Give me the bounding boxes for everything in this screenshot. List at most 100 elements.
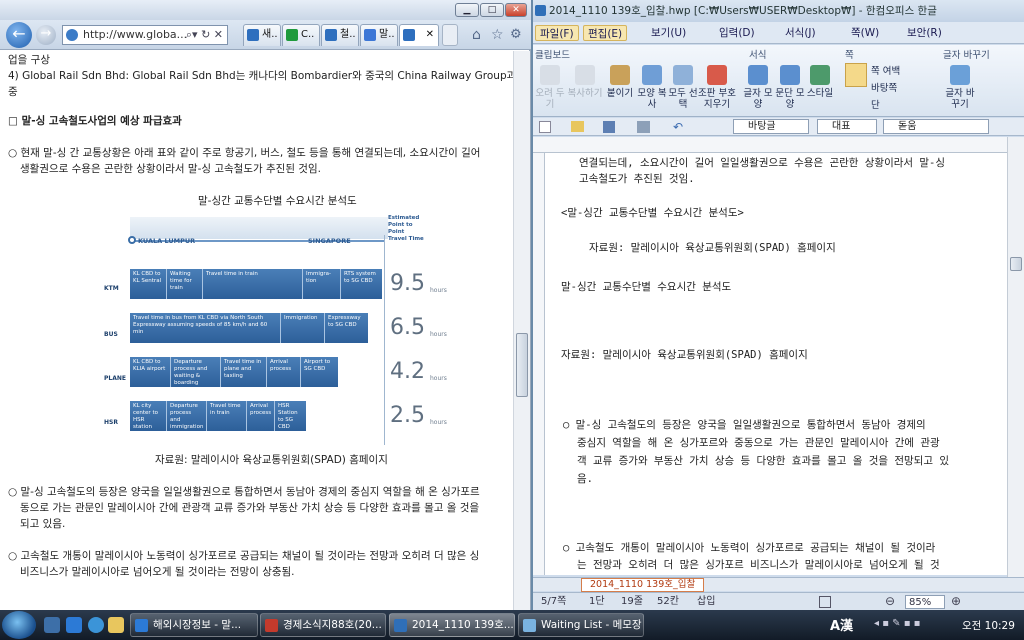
minimize-button[interactable]: ▁ [455, 3, 479, 17]
window-title: 2014_1110 139호_입찰.hwp [C:₩Users₩USER₩Des… [549, 5, 937, 17]
address-bar[interactable]: http://www.globa... ⌕▾ ↻ ✕ [62, 25, 228, 45]
new-tab-button[interactable] [442, 24, 458, 46]
paste-button[interactable]: 붙이기 [603, 65, 637, 99]
brush-icon [642, 65, 662, 85]
show-desktop-icon[interactable] [44, 617, 60, 633]
segment: Expressway to SG CBD [324, 313, 368, 343]
char-shape-button[interactable]: 글자 모양 [741, 65, 775, 110]
segment: Immigration [280, 313, 324, 343]
group-clipboard: 클립보드 [535, 50, 570, 61]
menu-file[interactable]: 파일(F) [535, 25, 579, 41]
estimated-label: Estimated Point to Point Travel Time [388, 215, 424, 242]
segment: RTS system to SG CBD [340, 269, 382, 299]
browser-tab-4[interactable]: 말.. [360, 24, 398, 46]
back-button[interactable]: ← [6, 22, 32, 48]
ie-quicklaunch-icon[interactable] [66, 617, 82, 633]
horizontal-ruler[interactable] [533, 137, 1024, 153]
print-icon[interactable] [637, 121, 650, 133]
new-doc-icon[interactable] [539, 121, 551, 133]
segment: Waiting time for train [166, 269, 202, 299]
maximize-button[interactable]: □ [480, 3, 504, 17]
margin-button[interactable]: 쪽 여백 [871, 63, 900, 77]
home-icon[interactable]: ⌂ [472, 27, 481, 43]
undo-icon[interactable]: ↶ [673, 120, 683, 134]
hwp-ribbon: 클립보드 서식 쪽 글자 바꾸기 오려 두기 복사하기 붙이기 모양 복사 모두… [533, 45, 1024, 117]
doc-line: 자료원: 말레이시아 육상교통위원회(SPAD) 홈페이지 [561, 349, 808, 361]
master-page-button[interactable]: 바탕쪽 [871, 80, 897, 94]
favorites-star-icon[interactable]: ☆ [491, 27, 504, 43]
menu-edit[interactable]: 편집(E) [583, 25, 628, 41]
page-icon[interactable] [845, 63, 867, 87]
tray-icons[interactable]: ◂ ▪ ✎ ▪ ▪ [874, 618, 954, 632]
segment: HSR Station to SG CBD [274, 401, 306, 431]
browser-titlebar: ▁ □ ✕ [0, 0, 531, 20]
ie-quicklaunch-icon-2[interactable] [88, 617, 104, 633]
axis-line [384, 235, 385, 445]
zoom-out-icon[interactable]: ⊖ [885, 594, 895, 608]
view-mode-icon[interactable] [819, 596, 831, 608]
start-button[interactable] [2, 611, 36, 639]
status-section: 1단 [589, 596, 605, 607]
column-button[interactable]: 단 [871, 97, 880, 111]
segment: Arrival process [266, 357, 300, 387]
copy-button[interactable]: 복사하기 [567, 65, 603, 99]
text-line: 4) Global Rail Sdn Bhd: Global Rail Sdn … [8, 70, 513, 82]
source-caption: 자료원: 말레이시아 육상교통위원회(SPAD) 홈페이지 [155, 454, 388, 466]
segment: Travel time in train [206, 401, 246, 431]
hsr-hours: 2.5 [390, 403, 425, 428]
menu-page[interactable]: 쪽(W) [847, 25, 883, 41]
close-tab-icon[interactable]: ✕ [426, 25, 434, 45]
open-folder-icon[interactable] [571, 121, 584, 132]
menu-security[interactable]: 보안(R) [903, 25, 946, 41]
para-shape-button[interactable]: 문단 모양 [773, 65, 807, 110]
forward-button[interactable]: → [36, 25, 56, 45]
browser-navbar: ← → http://www.globa... ⌕▾ ↻ ✕ 새.. C.. 철… [0, 20, 531, 50]
travel-time-infographic: KUALA LUMPUR SINGAPORE Estimated Point t… [100, 215, 447, 447]
style-icon [810, 65, 830, 85]
zoom-in-icon[interactable]: ⊕ [951, 594, 961, 608]
menu-view[interactable]: 보기(U) [647, 25, 690, 41]
document-area[interactable]: 연결되는데, 소요시간이 길어 일일생활권으로 수용은 곤란한 상황이라서 말-… [545, 153, 1007, 575]
scrollbar-thumb[interactable] [1010, 257, 1022, 271]
browser-scrollbar[interactable] [513, 51, 530, 610]
menu-format[interactable]: 서식(J) [781, 25, 820, 41]
gear-icon[interactable]: ⚙ [510, 27, 522, 42]
vertical-ruler[interactable] [533, 153, 545, 575]
document-scrollbar[interactable] [1007, 137, 1024, 577]
cut-button[interactable]: 오려 두기 [533, 65, 567, 110]
segment: Travel time in bus from KL CBD via North… [133, 315, 268, 335]
sg-label: SINGAPORE [308, 237, 351, 245]
scrollbar-thumb[interactable] [516, 333, 528, 397]
style-button[interactable]: 스타일 [803, 65, 837, 99]
zoom-combo[interactable]: 85% [905, 595, 945, 609]
close-button[interactable]: ✕ [505, 3, 527, 17]
taskbar-item-pdf[interactable]: 경제소식지88호(20... [260, 613, 386, 637]
menu-insert[interactable]: 입력(D) [715, 25, 759, 41]
doc-line: 고속철도가 추진된 것임. [579, 173, 695, 185]
mode-label: BUS [104, 331, 118, 338]
browser-tab-active[interactable]: ✕ [399, 24, 439, 46]
taskbar-item-notepad[interactable]: Waiting List - 메모장 [518, 613, 644, 637]
document-tab[interactable]: 2014_1110 139호_입찰 [581, 578, 705, 592]
paragraph-line: 생활권으로 수용은 곤란한 상황이라서 말-싱 고속철도가 추진된 것임. [20, 163, 321, 175]
replace-button[interactable]: 글자 바꾸기 [943, 65, 977, 110]
search-refresh-icons[interactable]: ⌕▾ ↻ ✕ [186, 26, 223, 44]
style-combo[interactable]: 바탕글 [733, 119, 809, 134]
taskbar-item-browser[interactable]: 해외시장정보 - 말... [130, 613, 258, 637]
format-copy-button[interactable]: 모양 복사 [635, 65, 669, 110]
select-all-button[interactable]: 모두 선택 [666, 65, 700, 110]
hours-label: hours [430, 287, 447, 294]
save-icon[interactable] [603, 121, 615, 133]
hours-label: hours [430, 375, 447, 382]
browser-tab-2[interactable]: C.. [282, 24, 320, 46]
clear-marks-button[interactable]: 조판 부호 지우기 [697, 65, 737, 110]
ime-indicator[interactable]: A漢 [830, 615, 853, 634]
doc-line: ○ 말-싱 고속철도의 등장은 양국을 일일생활권으로 통합하면서 동남아 경제… [563, 419, 926, 431]
browser-tab-3[interactable]: 철.. [321, 24, 359, 46]
font-type-combo[interactable]: 대표 [817, 119, 877, 134]
folder-quicklaunch-icon[interactable] [108, 617, 124, 633]
group-replace: 글자 바꾸기 [943, 50, 990, 61]
browser-tab-1[interactable]: 새.. [243, 24, 281, 46]
font-combo[interactable]: 돋움 [883, 119, 989, 134]
taskbar-item-hwp[interactable]: 2014_1110 139호... [389, 613, 515, 637]
